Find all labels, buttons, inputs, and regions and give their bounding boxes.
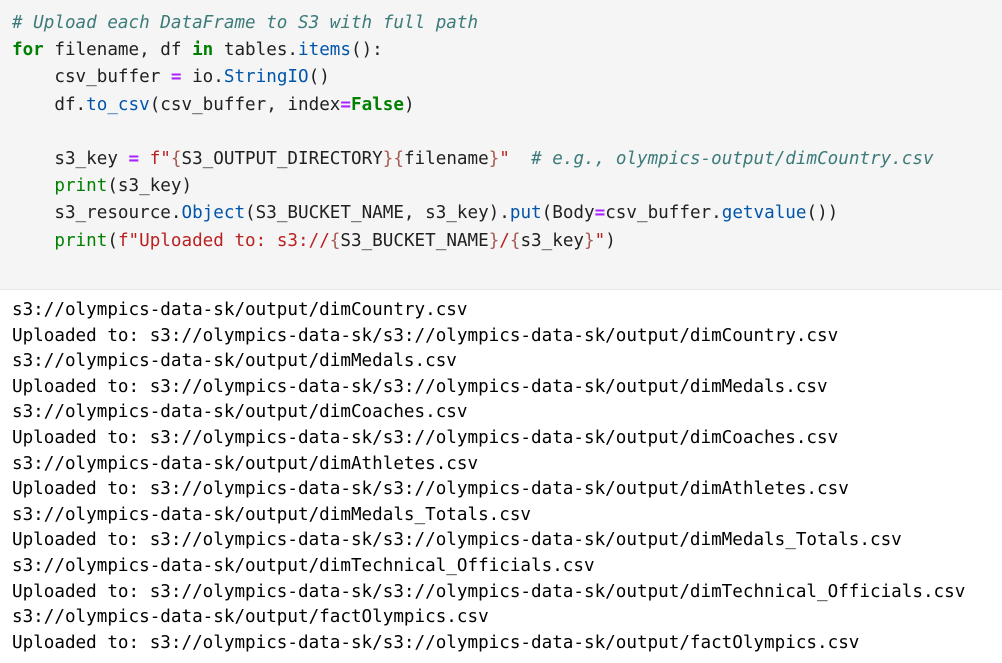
output-line: s3://olympics-data-sk/output/dimAthletes… <box>12 453 479 474</box>
code-token: { <box>170 148 182 169</box>
code-token: { <box>509 230 521 251</box>
code-line <box>12 119 934 146</box>
code-token: } <box>488 148 500 169</box>
code-token: (Body <box>541 203 595 224</box>
output-line: Uploaded to: s3://olympics-data-sk/s3://… <box>12 376 828 397</box>
code-token: ()) <box>806 203 839 224</box>
code-token: put <box>509 203 542 224</box>
code-token: StringIO <box>223 67 309 88</box>
code-token: s3_key <box>12 148 129 169</box>
code-token: (csv_buffer, index <box>149 94 341 115</box>
code-token: ) <box>403 94 415 115</box>
output-line: Uploaded to: s3://olympics-data-sk/s3://… <box>12 325 839 346</box>
code-line: print(s3_key) <box>12 173 934 200</box>
output-line: s3://olympics-data-sk/output/dimMedals_T… <box>12 504 532 525</box>
code-token: ) <box>605 230 616 251</box>
code-token: df. <box>12 94 87 115</box>
code-token: io. <box>181 67 224 88</box>
code-input-area[interactable]: # Upload each DataFrame to S3 with full … <box>0 0 1002 290</box>
code-line: s3_resource.Object(S3_BUCKET_NAME, s3_ke… <box>12 200 934 227</box>
code-token: S3_BUCKET_NAME <box>340 230 489 251</box>
code-line: print(f"Uploaded to: s3://{S3_BUCKET_NAM… <box>12 228 934 255</box>
code-token: csv_buffer <box>12 67 171 88</box>
code-token: (): <box>350 40 383 61</box>
code-token: () <box>308 67 330 88</box>
code-token: " <box>499 148 510 169</box>
code-line: df.to_csv(csv_buffer, index=False) <box>12 92 934 119</box>
code-token: (s3_key) <box>107 176 193 197</box>
code-token: filename <box>403 148 489 169</box>
output-line: s3://olympics-data-sk/output/dimCoaches.… <box>12 402 468 423</box>
code-token: tables. <box>213 40 299 61</box>
code-token: { <box>329 230 341 251</box>
code-token: } <box>488 230 500 251</box>
code-token: in <box>192 40 214 61</box>
code-token: / <box>499 230 510 251</box>
code-token: ( <box>107 230 118 251</box>
notebook-cell: # Upload each DataFrame to S3 with full … <box>0 0 1002 663</box>
code-token: items <box>298 40 351 61</box>
output-line: Uploaded to: s3://olympics-data-sk/s3://… <box>12 632 860 653</box>
output-line: Uploaded to: s3://olympics-data-sk/s3://… <box>12 427 839 448</box>
code-token: filename, df <box>43 40 193 61</box>
code-token: to_csv <box>86 94 150 115</box>
code-line: s3_key = f"{S3_OUTPUT_DIRECTORY}{filenam… <box>12 146 934 173</box>
code-token: Object <box>181 203 246 224</box>
code-token: = <box>594 203 606 224</box>
output-line: s3://olympics-data-sk/output/dimTechnica… <box>12 555 595 576</box>
code-token: s3_key <box>520 230 585 251</box>
code-editor[interactable]: # Upload each DataFrame to S3 with full … <box>12 10 934 255</box>
code-token: f"Uploaded to: s3:// <box>117 230 330 251</box>
code-token: = <box>128 148 140 169</box>
stdout-output: s3://olympics-data-sk/output/dimCountry.… <box>12 298 965 656</box>
code-token: = <box>340 94 351 115</box>
code-token: getvalue <box>721 203 807 224</box>
code-token: # e.g., olympics-output/dimCountry.csv <box>531 148 934 169</box>
output-line: Uploaded to: s3://olympics-data-sk/s3://… <box>12 530 902 551</box>
code-line: csv_buffer = io.StringIO() <box>12 64 934 91</box>
code-token: " <box>594 230 606 251</box>
code-token: False <box>350 94 404 115</box>
code-token: print <box>54 176 108 197</box>
output-line: s3://olympics-data-sk/output/dimMedals.c… <box>12 351 457 372</box>
output-line: Uploaded to: s3://olympics-data-sk/s3://… <box>12 581 966 602</box>
output-line: s3://olympics-data-sk/output/dimCountry.… <box>12 300 468 320</box>
code-token: } <box>584 230 595 251</box>
code-token: (S3_BUCKET_NAME, s3_key). <box>245 203 510 224</box>
code-token: print <box>54 230 108 251</box>
code-token: S3_OUTPUT_DIRECTORY <box>181 148 383 169</box>
code-token: }{ <box>382 148 404 169</box>
code-line: # Upload each DataFrame to S3 with full … <box>12 10 934 37</box>
code-token: csv_buffer. <box>605 203 722 224</box>
code-token: for <box>12 40 44 61</box>
cell-output-area: s3://olympics-data-sk/output/dimCountry.… <box>0 291 1002 663</box>
code-token: # Upload each DataFrame to S3 with full … <box>12 13 479 33</box>
output-line: s3://olympics-data-sk/output/factOlympic… <box>12 607 489 628</box>
code-line: for filename, df in tables.items(): <box>12 37 934 64</box>
output-line: Uploaded to: s3://olympics-data-sk/s3://… <box>12 479 849 500</box>
code-token: s3_resource. <box>12 203 182 224</box>
code-token: = <box>170 67 182 88</box>
code-token: f" <box>139 148 171 169</box>
